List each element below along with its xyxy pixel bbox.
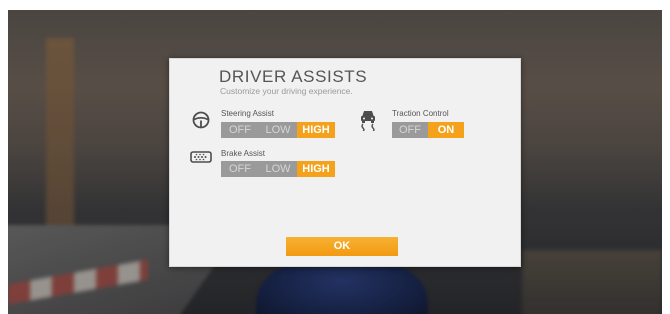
dialog-title: DRIVER ASSISTS bbox=[219, 67, 368, 86]
dialog-subtitle: Customize your driving experience. bbox=[220, 86, 353, 96]
brake-assist-option-low[interactable]: LOW bbox=[259, 161, 297, 177]
ok-button[interactable]: OK bbox=[286, 237, 398, 256]
traction-control-option-on[interactable]: ON bbox=[428, 122, 464, 138]
brake-assist-option-high[interactable]: HIGH bbox=[297, 161, 335, 177]
brake-assist-selector: OFF LOW HIGH bbox=[221, 161, 335, 177]
traction-control-label: Traction Control bbox=[392, 109, 449, 118]
brake-assist-label: Brake Assist bbox=[221, 149, 266, 158]
brake-assist-option-off[interactable]: OFF bbox=[221, 161, 259, 177]
steering-assist-option-off[interactable]: OFF bbox=[221, 122, 259, 138]
steering-assist-option-high[interactable]: HIGH bbox=[297, 122, 335, 138]
traction-control-option-off[interactable]: OFF bbox=[392, 122, 428, 138]
brake-pedal-icon bbox=[190, 150, 212, 168]
steering-assist-option-low[interactable]: LOW bbox=[259, 122, 297, 138]
steering-assist-selector: OFF LOW HIGH bbox=[221, 122, 335, 138]
traction-control-selector: OFF ON bbox=[392, 122, 464, 138]
steering-assist-label: Steering Assist bbox=[221, 109, 274, 118]
steering-wheel-icon bbox=[192, 111, 210, 134]
driver-assists-dialog: DRIVER ASSISTS Customize your driving ex… bbox=[169, 58, 521, 267]
traction-car-icon bbox=[359, 109, 377, 136]
